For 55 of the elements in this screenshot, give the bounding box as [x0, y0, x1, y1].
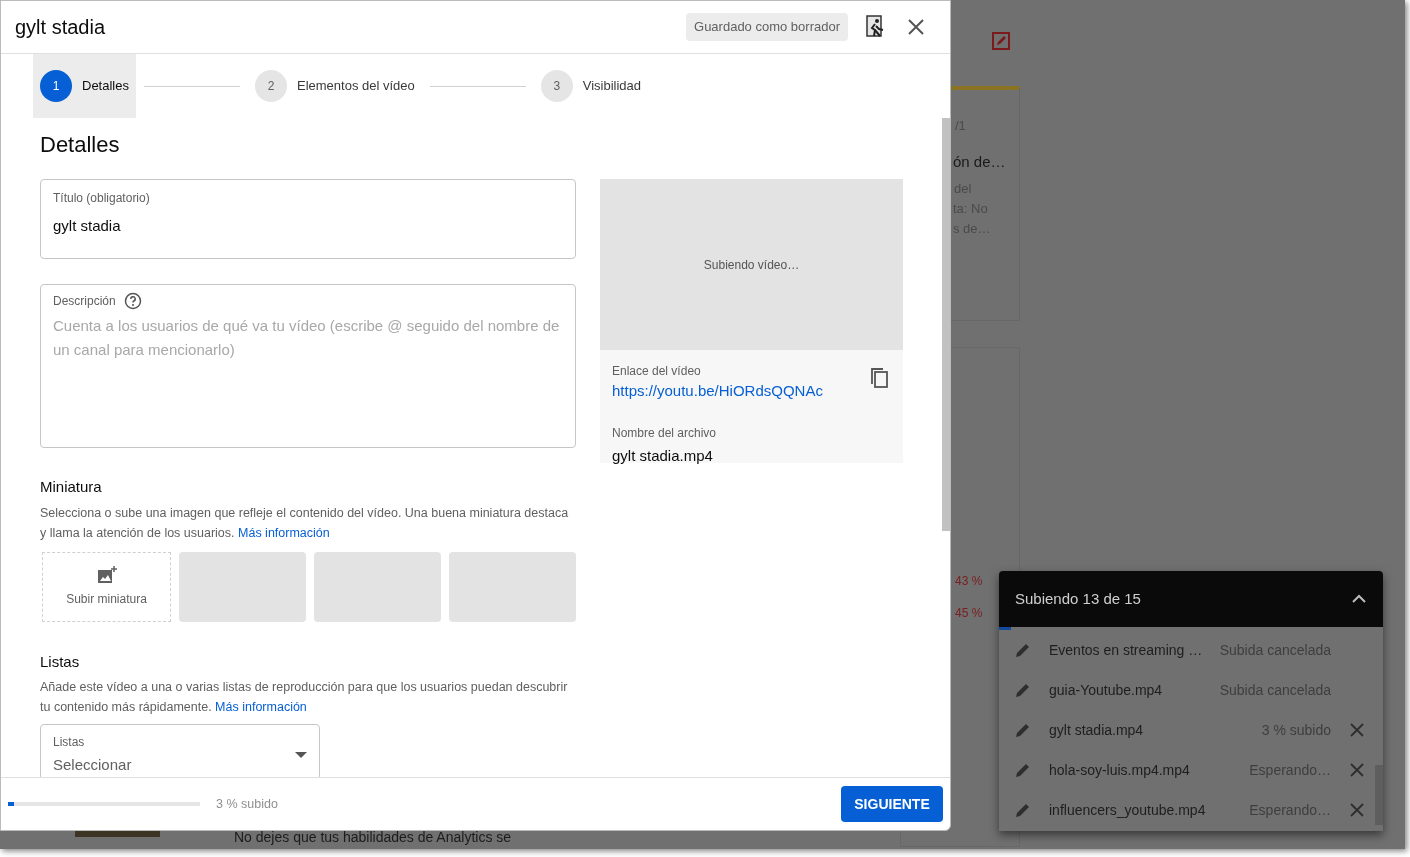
- more-info-link[interactable]: Más información: [215, 700, 307, 714]
- scrollbar[interactable]: [942, 118, 950, 531]
- section-heading: Detalles: [40, 131, 121, 159]
- description-field[interactable]: Descripción Cuenta a los usuarios de qué va tu vídeo (escribe @ seguido del nombre de un canal para mencionarlo): [40, 284, 576, 448]
- background-text: 45 %: [955, 605, 983, 622]
- field-placeholder: Cuenta a los usuarios de qué va tu vídeo (escribe @ seguido del nombre de un canal para mencionarlo): [53, 316, 561, 360]
- step-tab[interactable]: 3 Visibilidad: [533, 54, 649, 118]
- file-name: gylt stadia.mp4: [612, 445, 714, 466]
- step-number: 2: [254, 70, 287, 102]
- edit-icon[interactable]: [1015, 762, 1031, 778]
- playlist-select[interactable]: Listas Seleccionar: [40, 724, 320, 777]
- dialog-title: gylt stadia: [15, 15, 107, 40]
- step-tab[interactable]: 2 Elementos del vídeo: [247, 54, 422, 118]
- field-label: Título (obligatorio): [53, 190, 151, 207]
- video-preview: Subiendo vídeo…: [600, 179, 903, 350]
- video-link[interactable]: https://youtu.be/HiORdsQQNAc: [612, 380, 891, 403]
- upload-name: hola-soy-luis.mp4.mp4: [1049, 760, 1191, 780]
- edit-icon: [991, 31, 1011, 51]
- title-field[interactable]: Título (obligatorio) gylt stadia: [40, 179, 576, 259]
- next-button[interactable]: SIGUIENTE: [841, 786, 943, 822]
- draft-status: Guardado como borrador: [686, 13, 848, 41]
- upload-name: Eventos en streaming …: [1049, 640, 1204, 660]
- scrollbar[interactable]: [1375, 765, 1383, 825]
- section-description: Selecciona o sube una imagen que refleje el contenido del vídeo. Una buena miniatura destaca y llama la atención de los usuarios. Más información: [40, 504, 570, 542]
- section-heading: Miniatura: [40, 477, 103, 497]
- step-number: 3: [540, 70, 573, 102]
- close-icon[interactable]: [908, 19, 924, 35]
- exit-icon[interactable]: [866, 15, 886, 39]
- info-label: Nombre del archivo: [612, 424, 718, 442]
- upload-status: 3 % subido: [216, 795, 279, 813]
- more-info-link[interactable]: Más información: [238, 525, 330, 540]
- upload-name: guia-Youtube.mp4: [1049, 680, 1164, 700]
- card-title: ón de…: [953, 152, 1006, 172]
- field-value: gylt stadia: [53, 216, 122, 236]
- section-description: Añade este vídeo a una o varias listas de reproducción para que los usuarios puedan descubrir tu contenido más rápidamente. Más información: [40, 679, 569, 716]
- collapse-icon[interactable]: [1351, 594, 1367, 604]
- copy-icon[interactable]: [869, 367, 889, 389]
- info-label: Enlace del vídeo: [612, 363, 701, 380]
- help-icon[interactable]: [123, 292, 142, 310]
- panel-title: Subiendo 13 de 15: [1015, 588, 1141, 609]
- edit-icon[interactable]: [1015, 682, 1031, 698]
- background-text: 43 %: [955, 573, 983, 590]
- add-image-icon: [96, 565, 117, 584]
- edit-icon[interactable]: [1015, 722, 1031, 738]
- step-tab[interactable]: 1 Detalles: [33, 54, 136, 118]
- dropdown-icon: [295, 752, 307, 758]
- upload-name: influencers_youtube.mp4: [1049, 800, 1207, 820]
- edit-icon[interactable]: [1015, 642, 1031, 658]
- field-label: Descripción: [53, 293, 116, 310]
- section-heading: Listas: [40, 651, 81, 672]
- upload-thumbnail-button[interactable]: Subir miniatura: [42, 551, 171, 622]
- step-number: 1: [40, 70, 72, 102]
- upload-name: gylt stadia.mp4: [1049, 720, 1145, 740]
- edit-icon[interactable]: [1015, 802, 1031, 818]
- background-text: No dejes que tus habilidades de Analytics se: [234, 828, 512, 847]
